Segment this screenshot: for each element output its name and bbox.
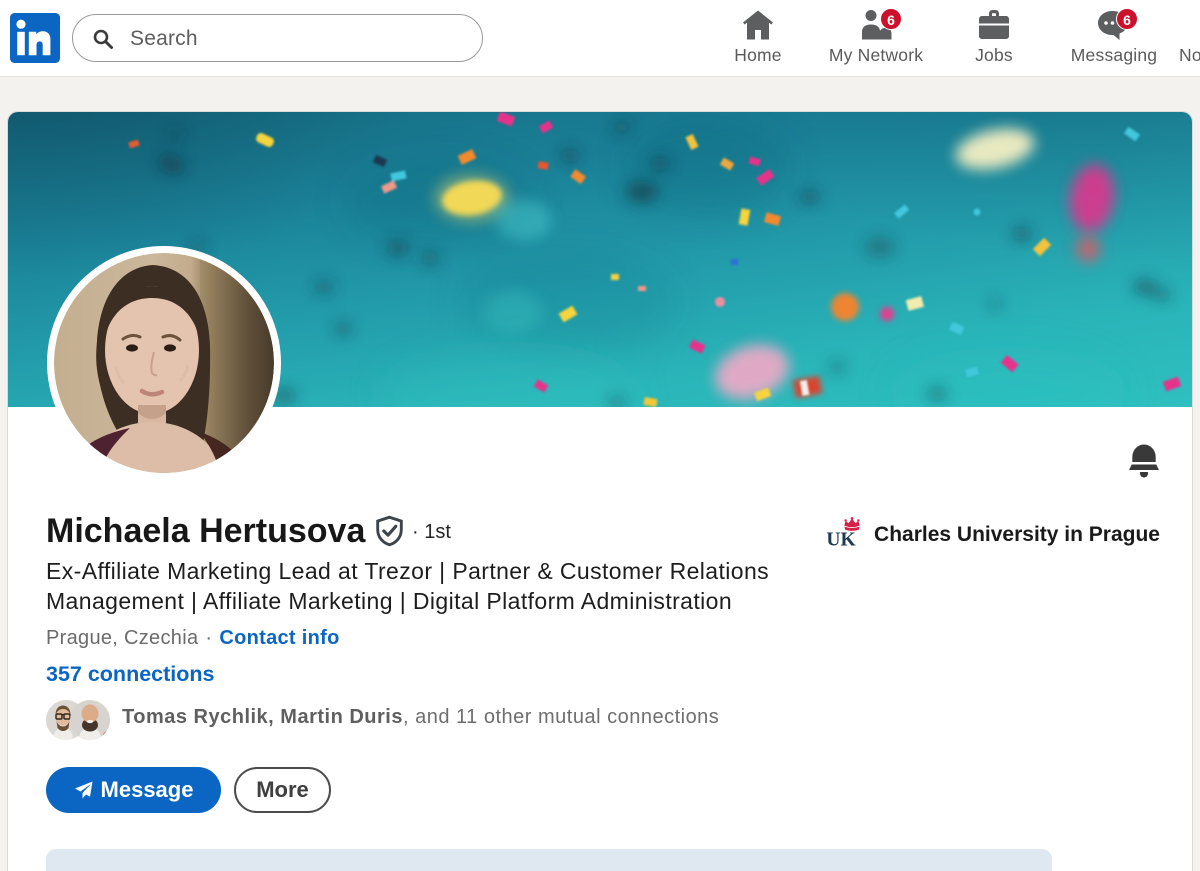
svg-text:UK: UK xyxy=(826,530,856,550)
